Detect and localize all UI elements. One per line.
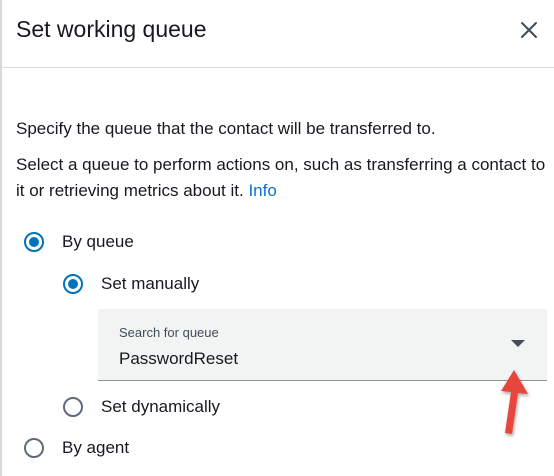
close-icon bbox=[521, 22, 537, 38]
queue-help-sentence: Select a queue to perform actions on, su… bbox=[16, 155, 546, 200]
caret-down-icon[interactable] bbox=[511, 340, 525, 347]
queue-select-label: Search for queue bbox=[119, 325, 219, 340]
queue-select[interactable]: Search for queue PasswordReset bbox=[98, 309, 547, 381]
description-text: Specify the queue that the contact will … bbox=[16, 119, 436, 138]
panel-header: Set working queue bbox=[2, 0, 554, 68]
radio-by-agent[interactable]: By agent bbox=[24, 438, 129, 458]
red-arrow-up-icon bbox=[501, 370, 528, 434]
set-working-queue-panel: Set working queue Specify the queue that… bbox=[0, 0, 554, 476]
radio-set-manually-label: Set manually bbox=[101, 274, 200, 293]
panel-title: Set working queue bbox=[16, 16, 207, 42]
radio-set-dynamically-control[interactable] bbox=[63, 397, 83, 417]
info-link[interactable]: Info bbox=[248, 181, 276, 200]
radio-by-agent-label: By agent bbox=[62, 438, 130, 457]
radio-by-queue[interactable]: By queue bbox=[24, 232, 134, 252]
radio-by-agent-control[interactable] bbox=[24, 438, 44, 458]
close-button[interactable] bbox=[514, 15, 544, 45]
radio-set-manually[interactable]: Set manually bbox=[63, 274, 199, 294]
radio-set-manually-control[interactable] bbox=[63, 274, 83, 294]
radio-set-dynamically-label: Set dynamically bbox=[101, 397, 221, 416]
queue-select-value: PasswordReset bbox=[119, 349, 239, 368]
radio-by-queue-label: By queue bbox=[62, 232, 134, 251]
queue-help-text: Select a queue to perform actions on, su… bbox=[16, 152, 546, 204]
radio-set-dynamically[interactable]: Set dynamically bbox=[63, 397, 220, 417]
radio-by-queue-control[interactable] bbox=[24, 232, 44, 252]
